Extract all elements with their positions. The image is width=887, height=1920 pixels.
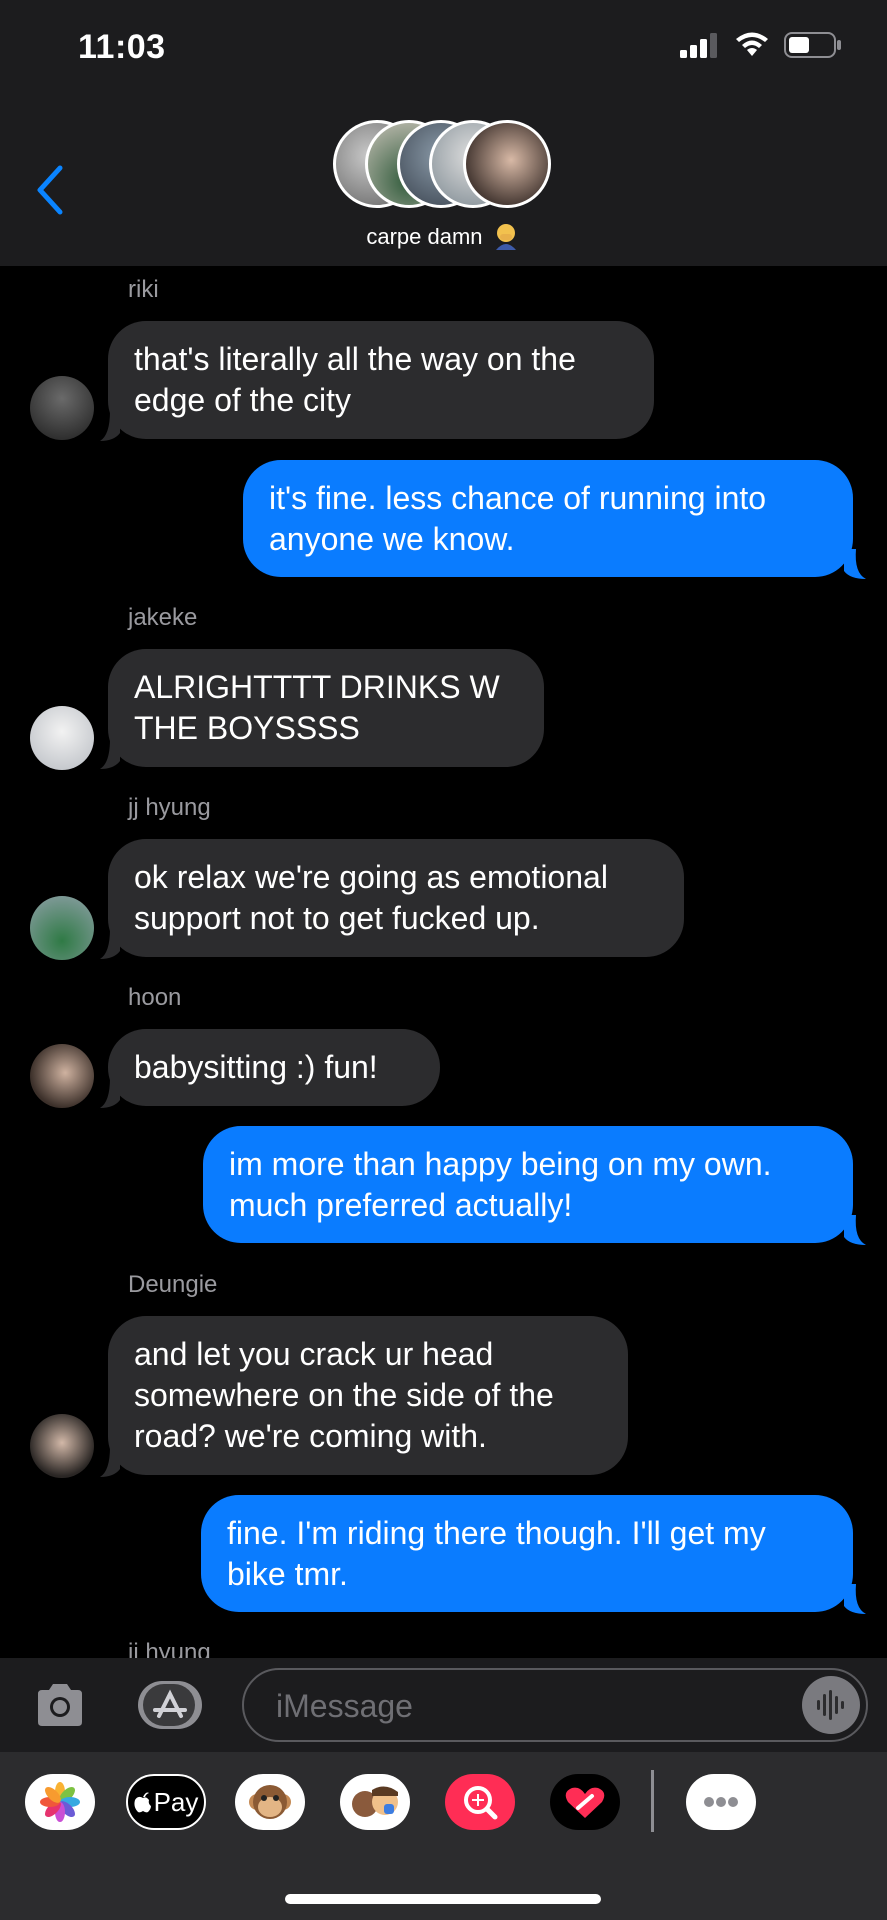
- sender-name: jj hyung: [128, 794, 211, 821]
- home-indicator[interactable]: [285, 1894, 601, 1904]
- apple-pay-icon[interactable]: Pay: [126, 1774, 206, 1830]
- cellular-signal-icon: [680, 33, 717, 58]
- message-bubble-outgoing[interactable]: fine. I'm riding there though. I'll get …: [201, 1495, 853, 1612]
- message-bubble-incoming[interactable]: babysitting :) fun!: [108, 1029, 440, 1106]
- status-bar: 11:03: [0, 0, 887, 100]
- message-field: [242, 1668, 868, 1742]
- avatar[interactable]: [30, 706, 94, 770]
- audio-message-icon[interactable]: [802, 1676, 860, 1734]
- animoji-icon[interactable]: [235, 1774, 305, 1830]
- group-name-label: carpe damn: [366, 224, 483, 249]
- bubble-tail: [100, 1447, 120, 1477]
- avatar[interactable]: [30, 1044, 94, 1108]
- message-bubble-outgoing[interactable]: it's fine. less chance of running into a…: [243, 460, 853, 577]
- sender-name: Deungie: [128, 1271, 218, 1298]
- message-bubble-incoming[interactable]: ok relax we're going as emotional suppor…: [108, 839, 684, 957]
- avatar[interactable]: [30, 1414, 94, 1478]
- message-transcript[interactable]: riki that's literally all the way on the…: [0, 266, 887, 1658]
- bubble-tail: [844, 549, 866, 579]
- wifi-icon: [736, 32, 768, 56]
- group-member-avatar: [463, 120, 551, 208]
- message-bubble-outgoing[interactable]: im more than happy being on my own. much…: [203, 1126, 853, 1243]
- camera-icon[interactable]: [34, 1682, 86, 1728]
- app-store-icon[interactable]: [137, 1680, 203, 1730]
- avatar[interactable]: [30, 376, 94, 440]
- sender-name: jakeke: [128, 604, 198, 631]
- face-with-hand-over-mouth-emoji-icon: [495, 224, 516, 250]
- compose-bar: [0, 1658, 887, 1752]
- digital-touch-icon[interactable]: [550, 1774, 620, 1830]
- bubble-tail: [100, 929, 120, 959]
- status-time: 11:03: [78, 28, 166, 66]
- bubble-tail: [100, 411, 120, 441]
- status-icons: [680, 32, 842, 58]
- app-drawer-divider: [651, 1770, 654, 1832]
- back-chevron-icon[interactable]: [30, 160, 70, 220]
- avatar[interactable]: [30, 896, 94, 960]
- more-apps-icon[interactable]: [686, 1774, 756, 1830]
- apple-logo-icon: [134, 1792, 151, 1813]
- battery-icon: [784, 32, 841, 58]
- message-bubble-incoming[interactable]: and let you crack ur head somewhere on t…: [108, 1316, 628, 1475]
- message-bubble-incoming[interactable]: that's literally all the way on the edge…: [108, 321, 654, 439]
- app-drawer: Pay: [0, 1752, 887, 1920]
- message-input[interactable]: [274, 1670, 758, 1742]
- group-avatar-stack[interactable]: [333, 120, 553, 212]
- message-bubble-incoming[interactable]: ALRIGHTTTT DRINKS W THE BOYSSSS: [108, 649, 544, 767]
- bubble-tail: [844, 1215, 866, 1245]
- sender-name: riki: [128, 276, 159, 303]
- image-search-icon[interactable]: [445, 1774, 515, 1830]
- group-name[interactable]: carpe damn: [0, 222, 887, 250]
- sender-name: jj hyung: [128, 1639, 211, 1658]
- apple-pay-label: Pay: [153, 1786, 199, 1817]
- memoji-icon[interactable]: [340, 1774, 410, 1830]
- sender-name: hoon: [128, 984, 182, 1011]
- bubble-tail: [100, 1078, 120, 1108]
- bubble-tail: [844, 1584, 866, 1614]
- photos-app-icon[interactable]: [25, 1774, 95, 1830]
- bubble-tail: [100, 739, 120, 769]
